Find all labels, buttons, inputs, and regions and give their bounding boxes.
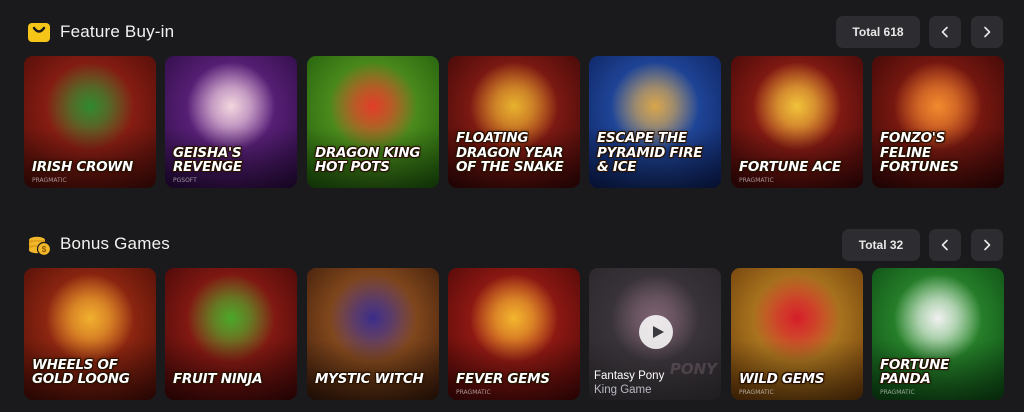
game-card[interactable]: FLOATING DRAGON YEAR OF THE SNAKE [448,56,580,188]
game-card[interactable]: FONZO'S FELINE FORTUNES [872,56,1004,188]
game-card-row: WHEELS OF GOLD LOONG FRUIT NINJA MYSTIC WI… [0,268,1024,400]
game-title: FLOATING DRAGON YEAR OF THE SNAKE [456,130,564,175]
game-title: GEISHA'S REVENGE [173,144,242,175]
game-title: IRISH CROWN [32,158,133,175]
provider-logo: PGSOFT [173,177,197,184]
game-title: FEVER GEMS [456,370,550,387]
svg-text:$: $ [42,245,47,254]
provider-logo: PRAGMATIC [880,389,915,396]
provider-logo: PRAGMATIC [739,177,774,184]
title-shade [307,340,439,400]
game-card-row: IRISH CROWN PRAGMATIC GEISHA'S REVENGE PGSO… [0,56,1024,188]
provider-logo: PRAGMATIC [32,177,67,184]
game-card[interactable]: GEISHA'S REVENGE PGSOFT [165,56,297,188]
section-header: $ Bonus Games Total 32 [0,215,1024,275]
play-button[interactable] [639,315,673,349]
game-card[interactable]: FORTUNE ACE PRAGMATIC [731,56,863,188]
game-card[interactable]: ESCAPE THE PYRAMID FIRE & ICE [589,56,721,188]
game-title: WHEELS OF GOLD LOONG [32,356,130,387]
game-title: FORTUNE PANDA [880,356,950,387]
prev-page-button[interactable] [929,229,961,261]
section-title: Feature Buy-in [60,22,175,41]
prev-page-button[interactable] [929,16,961,48]
game-title: MYSTIC WITCH [315,370,424,387]
game-title: FRUIT NINJA [173,370,263,387]
game-card[interactable]: FEVER GEMS PRAGMATIC [448,268,580,400]
chevron-left-icon [941,239,948,251]
game-title: FORTUNE ACE [739,158,841,175]
coins-icon: $ [26,231,52,257]
game-card[interactable]: FRUIT NINJA [165,268,297,400]
game-card[interactable]: WILD GEMS PRAGMATIC [731,268,863,400]
provider-logo: PRAGMATIC [739,389,774,396]
game-title: DRAGON KING HOT POTS [315,144,421,175]
title-shade [165,340,297,400]
total-count-badge: Total 618 [836,16,920,48]
game-card[interactable]: IRISH CROWN PRAGMATIC [24,56,156,188]
total-count-badge: Total 32 [842,229,920,261]
game-title: FONZO'S FELINE FORTUNES [880,130,959,175]
game-title: ESCAPE THE PYRAMID FIRE & ICE [597,130,703,175]
game-title: WILD GEMS [739,370,825,387]
play-icon [652,326,664,338]
game-card[interactable]: FORTUNE PANDA PRAGMATIC [872,268,1004,400]
chevron-right-icon [984,239,991,251]
shopping-bag-icon [26,18,52,44]
game-card[interactable]: DRAGON KING HOT POTS [307,56,439,188]
game-card[interactable]: PONYFantasy PonyKing Game [589,268,721,400]
chevron-right-icon [984,26,991,38]
section-header: Feature Buy-in Total 618 [0,0,1024,60]
next-page-button[interactable] [971,229,1003,261]
chevron-left-icon [941,26,948,38]
game-name: Fantasy Pony [594,370,665,382]
game-provider: King Game [594,384,652,396]
game-card[interactable]: MYSTIC WITCH [307,268,439,400]
section-title: Bonus Games [60,234,170,253]
game-card[interactable]: WHEELS OF GOLD LOONG [24,268,156,400]
provider-logo: PRAGMATIC [456,389,491,396]
next-page-button[interactable] [971,16,1003,48]
